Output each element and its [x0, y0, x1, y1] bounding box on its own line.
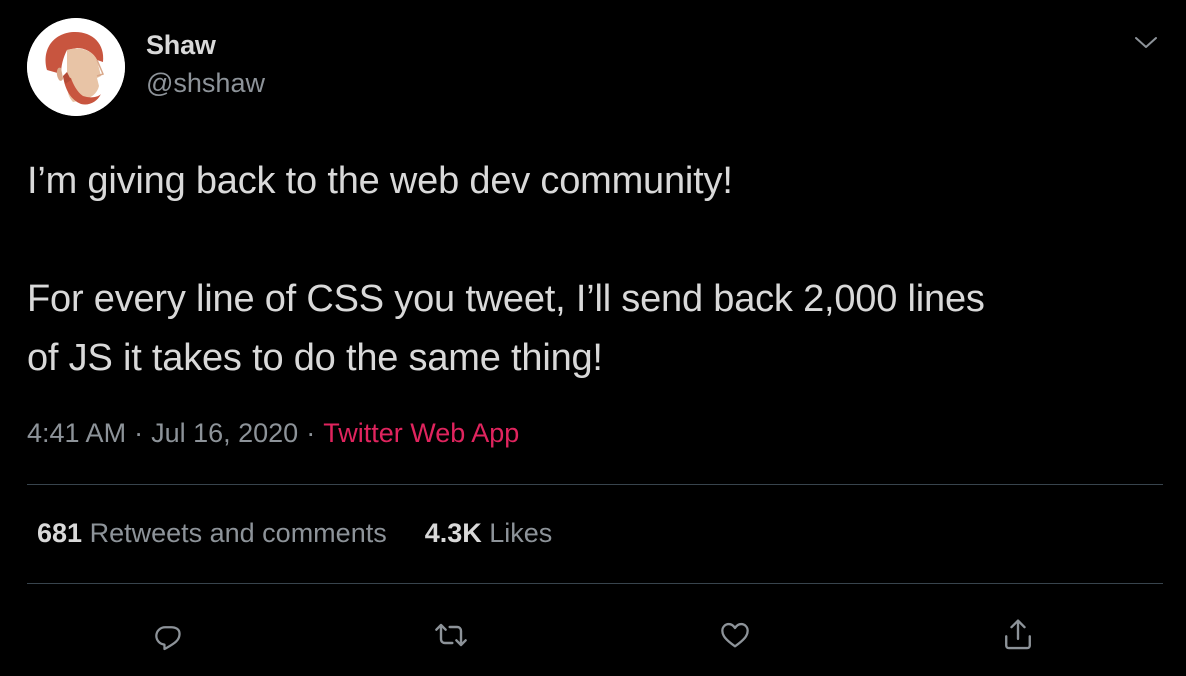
share-button[interactable] [995, 612, 1041, 658]
likes-stat[interactable]: 4.3K Likes [425, 518, 553, 549]
author-handle[interactable]: @shshaw [146, 68, 265, 99]
tweet-text: I’m giving back to the web dev community… [27, 152, 1167, 388]
retweets-stat[interactable]: 681 Retweets and comments [37, 518, 387, 549]
tweet-line: of JS it takes to do the same thing! [27, 337, 603, 379]
tweet-stats: 681 Retweets and comments 4.3K Likes [37, 518, 552, 549]
retweet-icon [435, 623, 467, 647]
divider [27, 583, 1163, 584]
tweet-time[interactable]: 4:41 AM [27, 418, 126, 448]
tweet-meta: 4:41 AM · Jul 16, 2020 · Twitter Web App [27, 418, 519, 449]
tweet-card: Shaw @shshaw I’m giving back to the web … [0, 0, 1186, 676]
tweet-line: I’m giving back to the web dev community… [27, 160, 733, 202]
retweet-button[interactable] [428, 612, 474, 658]
like-button[interactable] [712, 612, 758, 658]
tweet-date[interactable]: Jul 16, 2020 [151, 418, 298, 448]
likes-count: 4.3K [424, 518, 482, 548]
meta-separator: · [134, 418, 144, 448]
divider [27, 484, 1163, 485]
tweet-source-link[interactable]: Twitter Web App [323, 418, 519, 448]
chevron-down-icon[interactable] [1128, 28, 1164, 58]
heart-icon [721, 622, 749, 648]
reply-button[interactable] [145, 612, 191, 658]
retweets-count: 681 [37, 518, 83, 548]
reply-icon [155, 626, 181, 651]
meta-separator: · [306, 418, 316, 448]
avatar[interactable] [27, 18, 125, 116]
tweet-line: For every line of CSS you tweet, I’ll se… [27, 278, 985, 320]
tweet-paragraph-gap [27, 211, 1167, 270]
share-icon [1005, 619, 1031, 650]
likes-label: Likes [489, 518, 553, 548]
author-display-name[interactable]: Shaw [146, 30, 216, 61]
retweets-label: Retweets and comments [89, 518, 387, 548]
bearded-man-avatar-icon [27, 18, 125, 116]
